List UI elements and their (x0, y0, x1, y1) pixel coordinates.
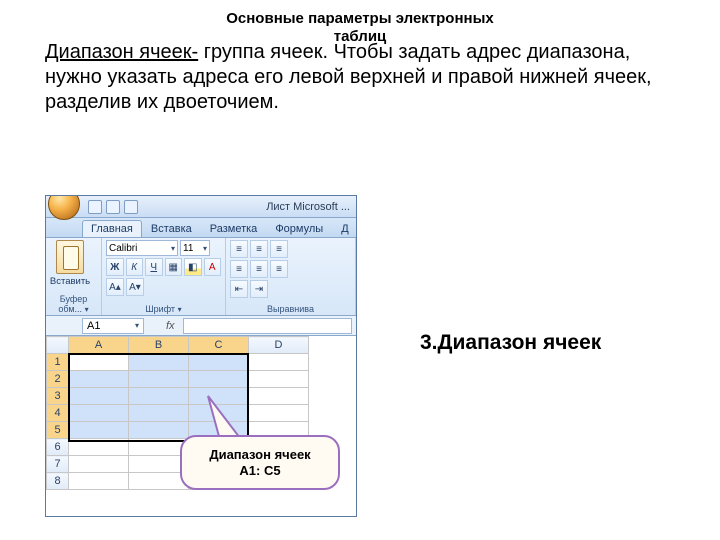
group-font: Calibri▾ 11▾ Ж К Ч ▦ ◧ A A▴ A▾ Шрифт ▾ (102, 238, 226, 315)
excel-titlebar: Лист Microsoft ... (46, 196, 356, 218)
select-all-corner[interactable] (47, 337, 69, 354)
qat-undo-icon[interactable] (106, 200, 120, 214)
col-header-d[interactable]: D (249, 337, 309, 354)
increase-indent-button[interactable]: ⇥ (250, 280, 268, 298)
col-header-b[interactable]: B (129, 337, 189, 354)
fx-icon[interactable]: fx (166, 320, 175, 332)
cell[interactable] (69, 405, 129, 422)
decrease-indent-button[interactable]: ⇤ (230, 280, 248, 298)
align-top-button[interactable]: ≡ (230, 240, 248, 258)
ribbon-body: Вставить Буфер обм... ▾ Calibri▾ 11▾ Ж К… (46, 238, 356, 316)
cell[interactable] (69, 371, 129, 388)
paste-button[interactable]: Вставить (50, 240, 90, 287)
cell[interactable] (69, 422, 129, 439)
row-header-5[interactable]: 5 (47, 422, 69, 439)
group-clipboard: Вставить Буфер обм... ▾ (46, 238, 102, 315)
quick-access-toolbar (88, 200, 138, 214)
row-header-1[interactable]: 1 (47, 354, 69, 371)
definition-paragraph: Диапазон ячеек- группа ячеек. Чтобы зада… (0, 40, 720, 115)
align-left-button[interactable]: ≡ (230, 260, 248, 278)
cell[interactable] (189, 354, 249, 371)
group-align-label: Выравнива (230, 304, 351, 315)
italic-button[interactable]: К (126, 258, 144, 276)
office-button-icon[interactable] (48, 195, 80, 220)
formula-bar-row: A1▾ fx (46, 316, 356, 336)
callout-bubble: Диапазон ячеек А1: С5 (180, 435, 340, 490)
cell[interactable] (69, 456, 129, 473)
tab-home[interactable]: Главная (82, 220, 142, 237)
underline-button[interactable]: Ч (145, 258, 163, 276)
tab-insert[interactable]: Вставка (142, 220, 201, 237)
tab-formulas[interactable]: Формулы (266, 220, 332, 237)
term: Диапазон ячеек- (45, 41, 198, 63)
title-line1: Основные параметры электронных (226, 10, 494, 27)
row-header-2[interactable]: 2 (47, 371, 69, 388)
group-clipboard-label: Буфер обм... ▾ (50, 294, 97, 315)
row-header-7[interactable]: 7 (47, 456, 69, 473)
group-alignment: ≡ ≡ ≡ ≡ ≡ ≡ ⇤ ⇥ Выравнива (226, 238, 356, 315)
qat-save-icon[interactable] (88, 200, 102, 214)
callout-line2: А1: С5 (239, 463, 280, 478)
align-middle-button[interactable]: ≡ (250, 240, 268, 258)
font-color-button[interactable]: A (204, 258, 222, 276)
shrink-font-button[interactable]: A▾ (126, 278, 144, 296)
section-number-label: 3.Диапазон ячеек (420, 330, 601, 355)
cell[interactable] (69, 354, 129, 371)
font-size-select[interactable]: 11▾ (180, 240, 210, 256)
clipboard-icon (56, 240, 84, 274)
cell[interactable] (129, 422, 189, 439)
tab-layout[interactable]: Разметка (201, 220, 267, 237)
group-font-label: Шрифт ▾ (106, 304, 221, 315)
row-header-4[interactable]: 4 (47, 405, 69, 422)
row-header-6[interactable]: 6 (47, 439, 69, 456)
cell[interactable] (249, 371, 309, 388)
ribbon-tabs: Главная Вставка Разметка Формулы Д (46, 218, 356, 238)
paste-label: Вставить (50, 276, 90, 287)
fill-color-button[interactable]: ◧ (184, 258, 202, 276)
cell[interactable] (129, 354, 189, 371)
align-right-button[interactable]: ≡ (270, 260, 288, 278)
cell[interactable] (249, 354, 309, 371)
formula-bar[interactable] (183, 318, 352, 334)
window-title: Лист Microsoft ... (266, 201, 350, 213)
font-name-select[interactable]: Calibri▾ (106, 240, 178, 256)
grow-font-button[interactable]: A▴ (106, 278, 124, 296)
cell[interactable] (129, 405, 189, 422)
cell[interactable] (129, 371, 189, 388)
cell[interactable] (69, 439, 129, 456)
align-center-button[interactable]: ≡ (250, 260, 268, 278)
cell[interactable] (129, 388, 189, 405)
callout-line1: Диапазон ячеек (209, 447, 310, 462)
bold-button[interactable]: Ж (106, 258, 124, 276)
row-header-3[interactable]: 3 (47, 388, 69, 405)
row-header-8[interactable]: 8 (47, 473, 69, 490)
col-header-c[interactable]: C (189, 337, 249, 354)
col-header-a[interactable]: A (69, 337, 129, 354)
border-button[interactable]: ▦ (165, 258, 183, 276)
cell[interactable] (69, 473, 129, 490)
tab-more[interactable]: Д (332, 220, 357, 237)
qat-redo-icon[interactable] (124, 200, 138, 214)
cell[interactable] (69, 388, 129, 405)
name-box[interactable]: A1▾ (82, 318, 144, 334)
cell[interactable] (189, 371, 249, 388)
align-bottom-button[interactable]: ≡ (270, 240, 288, 258)
